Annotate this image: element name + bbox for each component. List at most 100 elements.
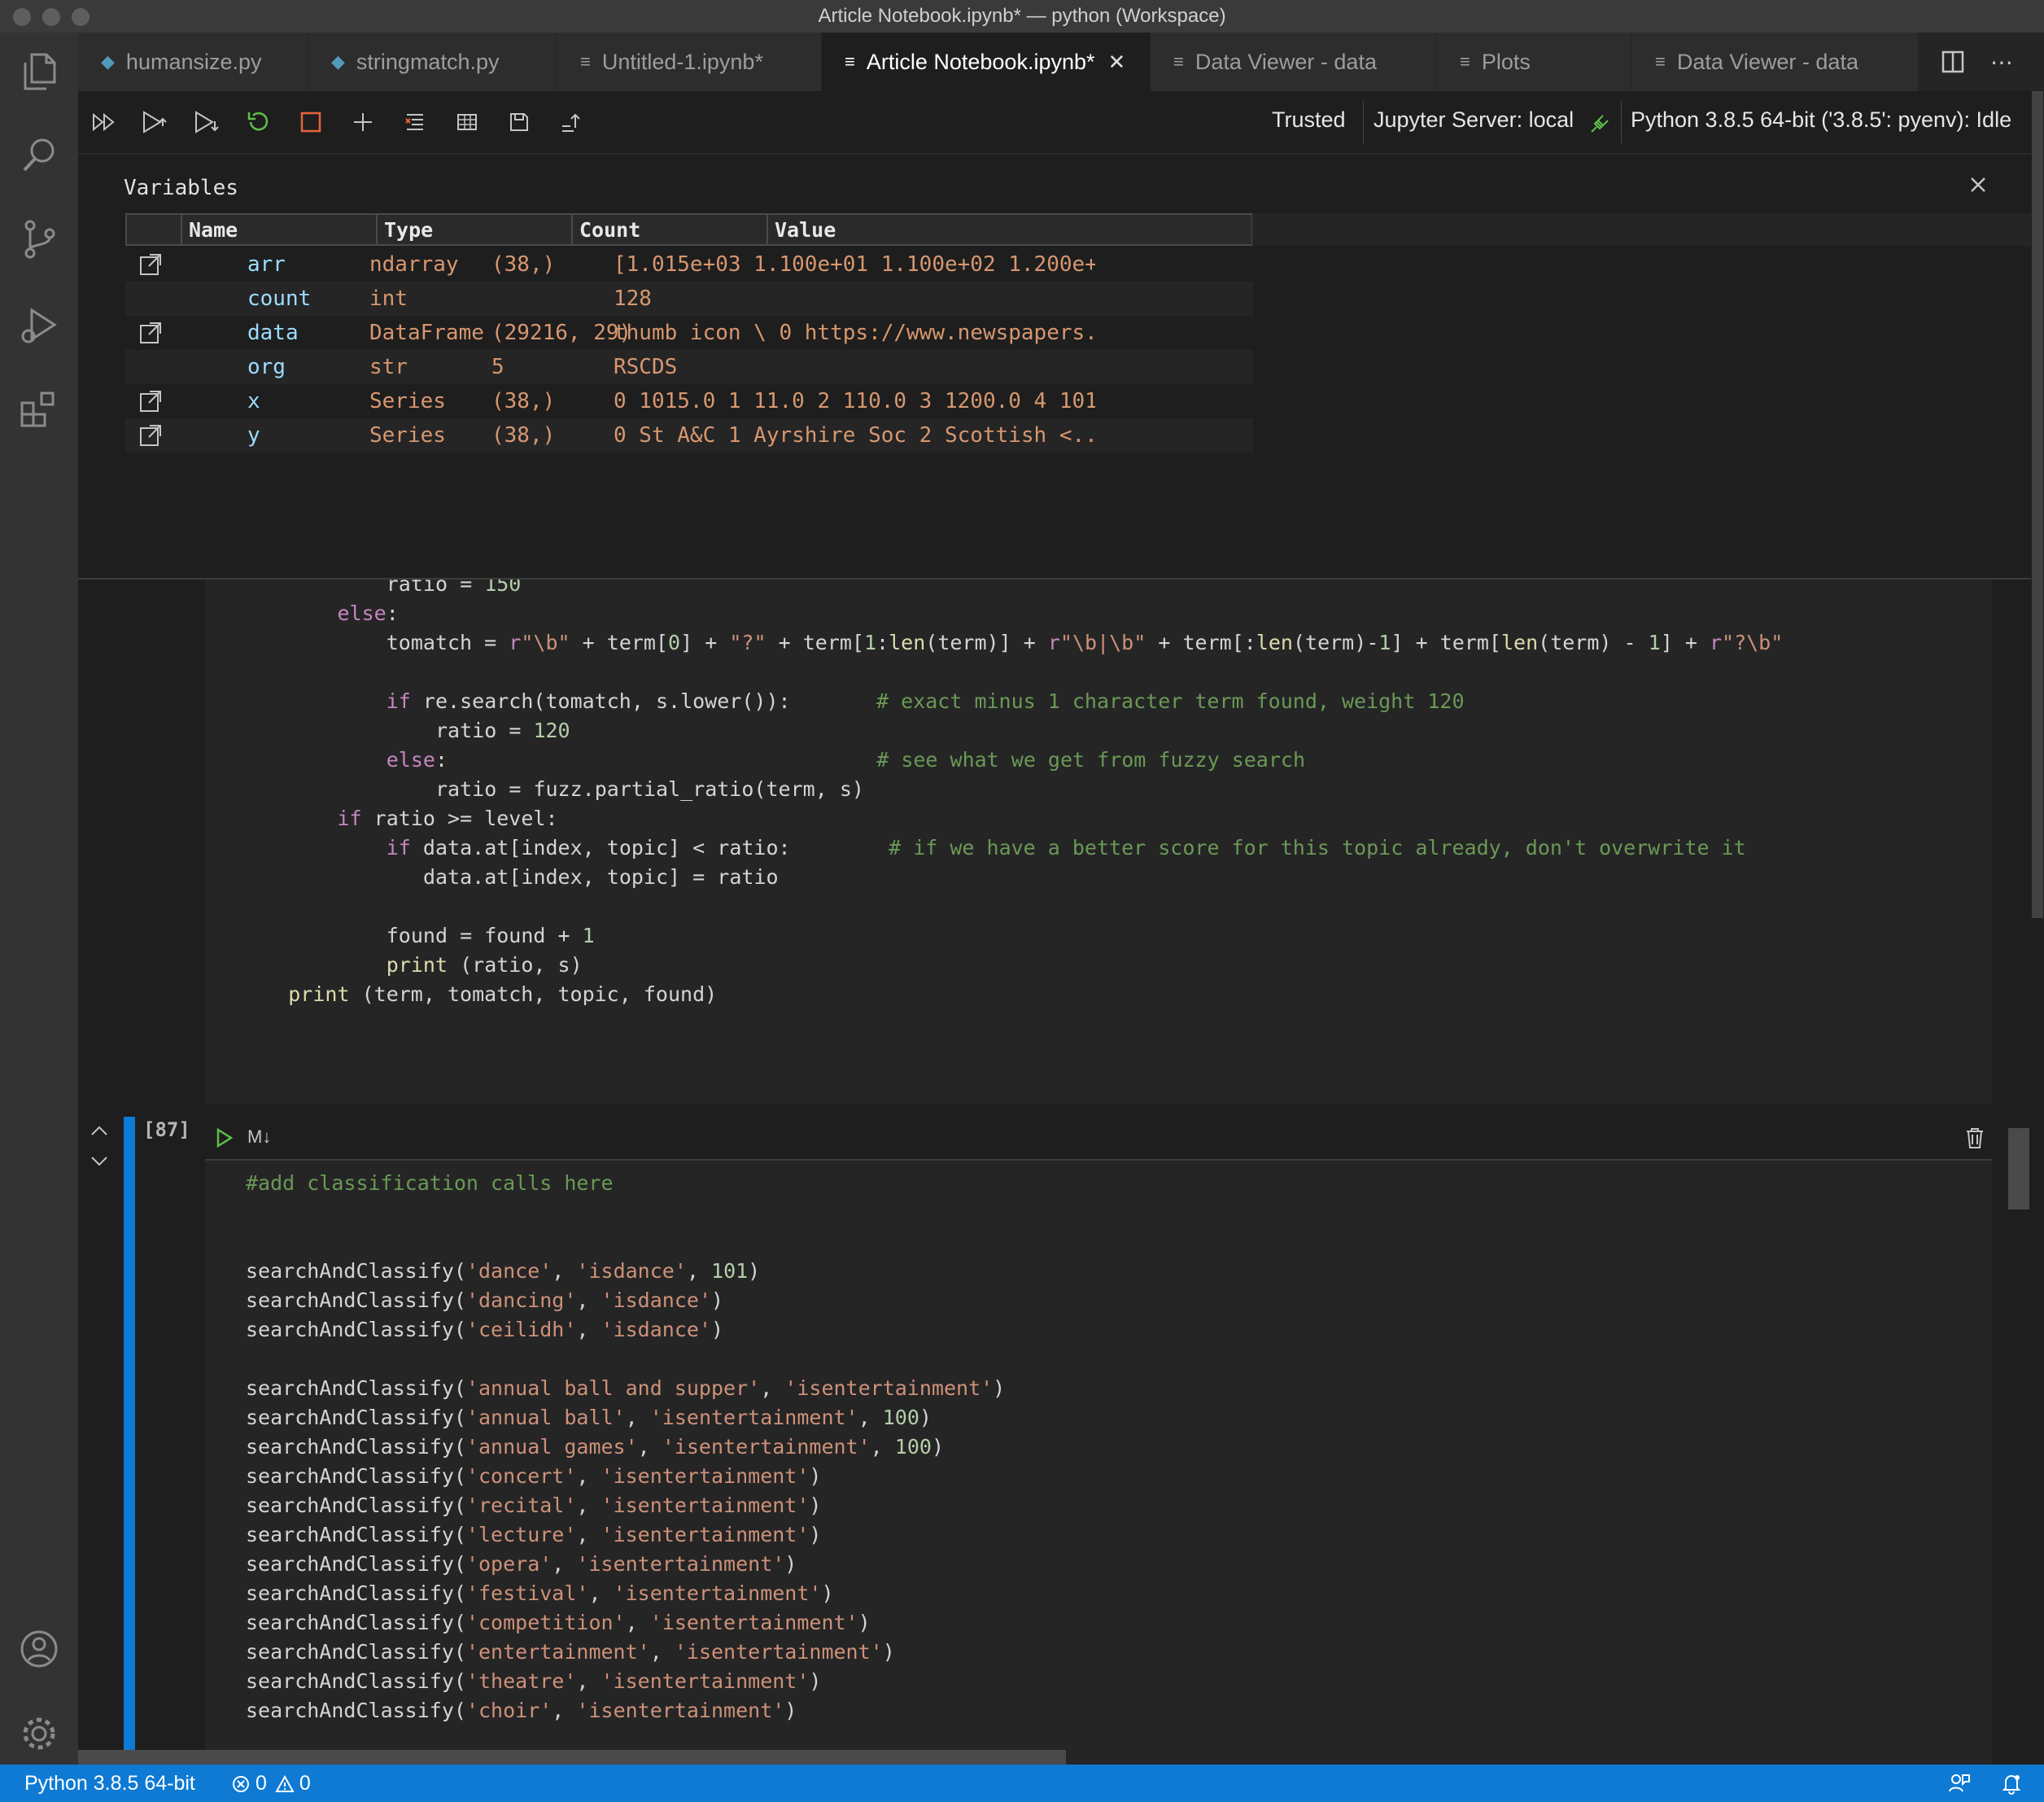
column-header-name[interactable]: Name bbox=[181, 213, 378, 246]
table-row[interactable]: arr ndarray (38,) [1.015e+03 1.100e+01 1.10… bbox=[125, 247, 1253, 282]
variable-type: str bbox=[369, 355, 408, 379]
variable-value: RSCDS bbox=[614, 355, 678, 379]
jupyter-server-status[interactable]: Jupyter Server: local bbox=[1374, 107, 1574, 133]
variable-value: thumb icon \ 0 https://www.newspapers.cc bbox=[614, 321, 1095, 345]
variable-value: 128 bbox=[614, 286, 652, 311]
save-icon[interactable] bbox=[503, 106, 535, 138]
tab-plots[interactable]: ≡ Plots bbox=[1437, 33, 1632, 91]
python-interpreter-status[interactable]: Python 3.8.5 64-bit bbox=[24, 1772, 195, 1795]
open-data-viewer-icon[interactable] bbox=[138, 252, 163, 277]
code-line: ratio = 150 bbox=[386, 580, 522, 596]
variable-count: (38,) bbox=[491, 252, 556, 277]
code-cell-selected[interactable]: M↓ #add classification calls here searchA… bbox=[205, 1117, 1992, 1765]
run-below-icon[interactable] bbox=[190, 106, 223, 138]
variable-name: count bbox=[247, 286, 312, 311]
add-cell-icon[interactable] bbox=[347, 106, 379, 138]
variable-count: (38,) bbox=[491, 389, 556, 413]
interrupt-kernel-icon[interactable] bbox=[295, 106, 327, 138]
more-actions-icon[interactable]: ⋯ bbox=[1987, 47, 2016, 77]
python-file-icon: ◆ bbox=[331, 51, 345, 72]
export-icon[interactable] bbox=[555, 106, 587, 138]
tab-article-notebook[interactable]: ≡ Article Notebook.ipynb* ✕ bbox=[822, 33, 1151, 91]
tab-data-viewer-1[interactable]: ≡ Data Viewer - data bbox=[1151, 33, 1437, 91]
variable-type: DataFrame bbox=[369, 321, 484, 345]
notebook-file-icon: ≡ bbox=[845, 51, 855, 72]
code-line: else: # see what we get from fuzzy searc… bbox=[386, 748, 1306, 772]
markdown-toggle[interactable]: M↓ bbox=[247, 1126, 271, 1148]
run-above-icon[interactable] bbox=[138, 106, 171, 138]
accounts-icon[interactable] bbox=[18, 1628, 60, 1670]
column-header-value[interactable]: Value bbox=[766, 213, 1253, 246]
error-count: 0 bbox=[256, 1772, 267, 1795]
plug-icon[interactable] bbox=[1583, 107, 1616, 140]
code-line: searchAndClassify('competition', 'isente… bbox=[246, 1611, 871, 1634]
warning-count: 0 bbox=[299, 1772, 311, 1795]
open-data-viewer-icon[interactable] bbox=[138, 389, 163, 413]
open-data-viewer-icon[interactable] bbox=[138, 321, 163, 345]
window-minimize-button[interactable] bbox=[42, 8, 60, 26]
tab-data-viewer-2[interactable]: ≡ Data Viewer - data bbox=[1632, 33, 1919, 91]
move-cell-down-icon[interactable] bbox=[88, 1149, 111, 1172]
source-control-icon[interactable] bbox=[18, 218, 60, 260]
window-zoom-button[interactable] bbox=[72, 8, 90, 26]
close-icon[interactable] bbox=[1966, 173, 1990, 197]
delete-cell-icon[interactable] bbox=[1964, 1126, 1987, 1151]
clear-outputs-icon[interactable] bbox=[399, 106, 431, 138]
kernel-status[interactable]: Python 3.8.5 64-bit ('3.8.5': pyenv): Id… bbox=[1631, 107, 2011, 133]
notebook-file-icon: ≡ bbox=[580, 51, 591, 72]
table-row[interactable]: x Series (38,) 0 1015.0 1 11.0 2 110.0 3 12… bbox=[125, 384, 1253, 418]
window-close-button[interactable] bbox=[13, 8, 31, 26]
code-line: ratio = 120 bbox=[435, 719, 570, 742]
notifications-icon[interactable] bbox=[2000, 1772, 2023, 1795]
explorer-icon[interactable] bbox=[18, 50, 60, 93]
restart-kernel-icon[interactable] bbox=[242, 106, 275, 138]
code-line: print (term, tomatch, topic, found) bbox=[288, 982, 718, 1006]
code-line: found = found + 1 bbox=[386, 924, 595, 947]
variable-value: 0 1015.0 1 11.0 2 110.0 3 1200.0 4 101.( bbox=[614, 389, 1095, 413]
code-line: ratio = fuzz.partial_ratio(term, s) bbox=[435, 777, 864, 801]
toolbar-separator bbox=[1621, 101, 1622, 143]
search-icon[interactable] bbox=[18, 133, 60, 176]
editor-scrollbar[interactable] bbox=[2032, 91, 2043, 918]
split-editor-icon[interactable] bbox=[1938, 47, 1968, 77]
activity-bar bbox=[0, 33, 78, 1765]
extensions-icon[interactable] bbox=[18, 387, 60, 430]
tab-untitled-notebook[interactable]: ≡ Untitled-1.ipynb* bbox=[557, 33, 822, 91]
table-row[interactable]: data DataFrame (29216, 29) thumb icon \ 0 h… bbox=[125, 316, 1253, 350]
variable-count: 5 bbox=[491, 355, 504, 379]
run-all-icon[interactable] bbox=[88, 106, 120, 138]
gear-icon[interactable] bbox=[18, 1712, 60, 1755]
variable-name: data bbox=[247, 321, 299, 345]
code-cell[interactable]: ratio = 150 else: tomatch = r"\b" + term… bbox=[205, 580, 1992, 1104]
run-debug-icon[interactable] bbox=[18, 304, 60, 347]
column-header-count[interactable]: Count bbox=[571, 213, 768, 246]
move-cell-up-icon[interactable] bbox=[88, 1120, 111, 1143]
table-row[interactable]: org str 5 RSCDS bbox=[125, 350, 1253, 384]
tab-humansize[interactable]: ◆ humansize.py bbox=[78, 33, 308, 91]
code-line: if re.search(tomatch, s.lower()): # exac… bbox=[386, 689, 1465, 713]
code-line: else: bbox=[337, 601, 399, 625]
variable-count: (38,) bbox=[491, 423, 556, 448]
code-line: searchAndClassify('annual games', 'isent… bbox=[246, 1435, 944, 1459]
tab-stringmatch[interactable]: ◆ stringmatch.py bbox=[308, 33, 557, 91]
table-row[interactable]: y Series (38,) 0 St A&C 1 Ayrshire Soc 2 Sc… bbox=[125, 418, 1253, 453]
table-row[interactable]: count int 128 bbox=[125, 282, 1253, 316]
problems-status[interactable]: 0 0 bbox=[231, 1772, 311, 1795]
feedback-icon[interactable] bbox=[1948, 1772, 1971, 1795]
code-line: searchAndClassify('opera', 'isentertainm… bbox=[246, 1552, 797, 1576]
run-cell-icon[interactable] bbox=[213, 1126, 236, 1149]
open-data-viewer-icon[interactable] bbox=[138, 423, 163, 448]
horizontal-scrollbar[interactable] bbox=[78, 1750, 1066, 1765]
title-bar: Article Notebook.ipynb* — python (Worksp… bbox=[0, 0, 2044, 33]
notebook-editor: ratio = 150 else: tomatch = r"\b" + term… bbox=[78, 580, 2031, 1765]
code-line: print (ratio, s) bbox=[386, 953, 583, 977]
column-header-type[interactable]: Type bbox=[376, 213, 573, 246]
variable-name: y bbox=[247, 423, 260, 448]
variables-icon[interactable] bbox=[451, 106, 483, 138]
variable-value: 0 St A&C 1 Ayrshire Soc 2 Scottish <...: bbox=[614, 423, 1095, 448]
cell-scrollbar[interactable] bbox=[2008, 1128, 2029, 1209]
variable-name: org bbox=[247, 355, 286, 379]
trusted-indicator[interactable]: Trusted bbox=[1272, 107, 1346, 133]
column-header-open bbox=[125, 213, 182, 246]
close-icon[interactable]: ✕ bbox=[1108, 50, 1126, 75]
